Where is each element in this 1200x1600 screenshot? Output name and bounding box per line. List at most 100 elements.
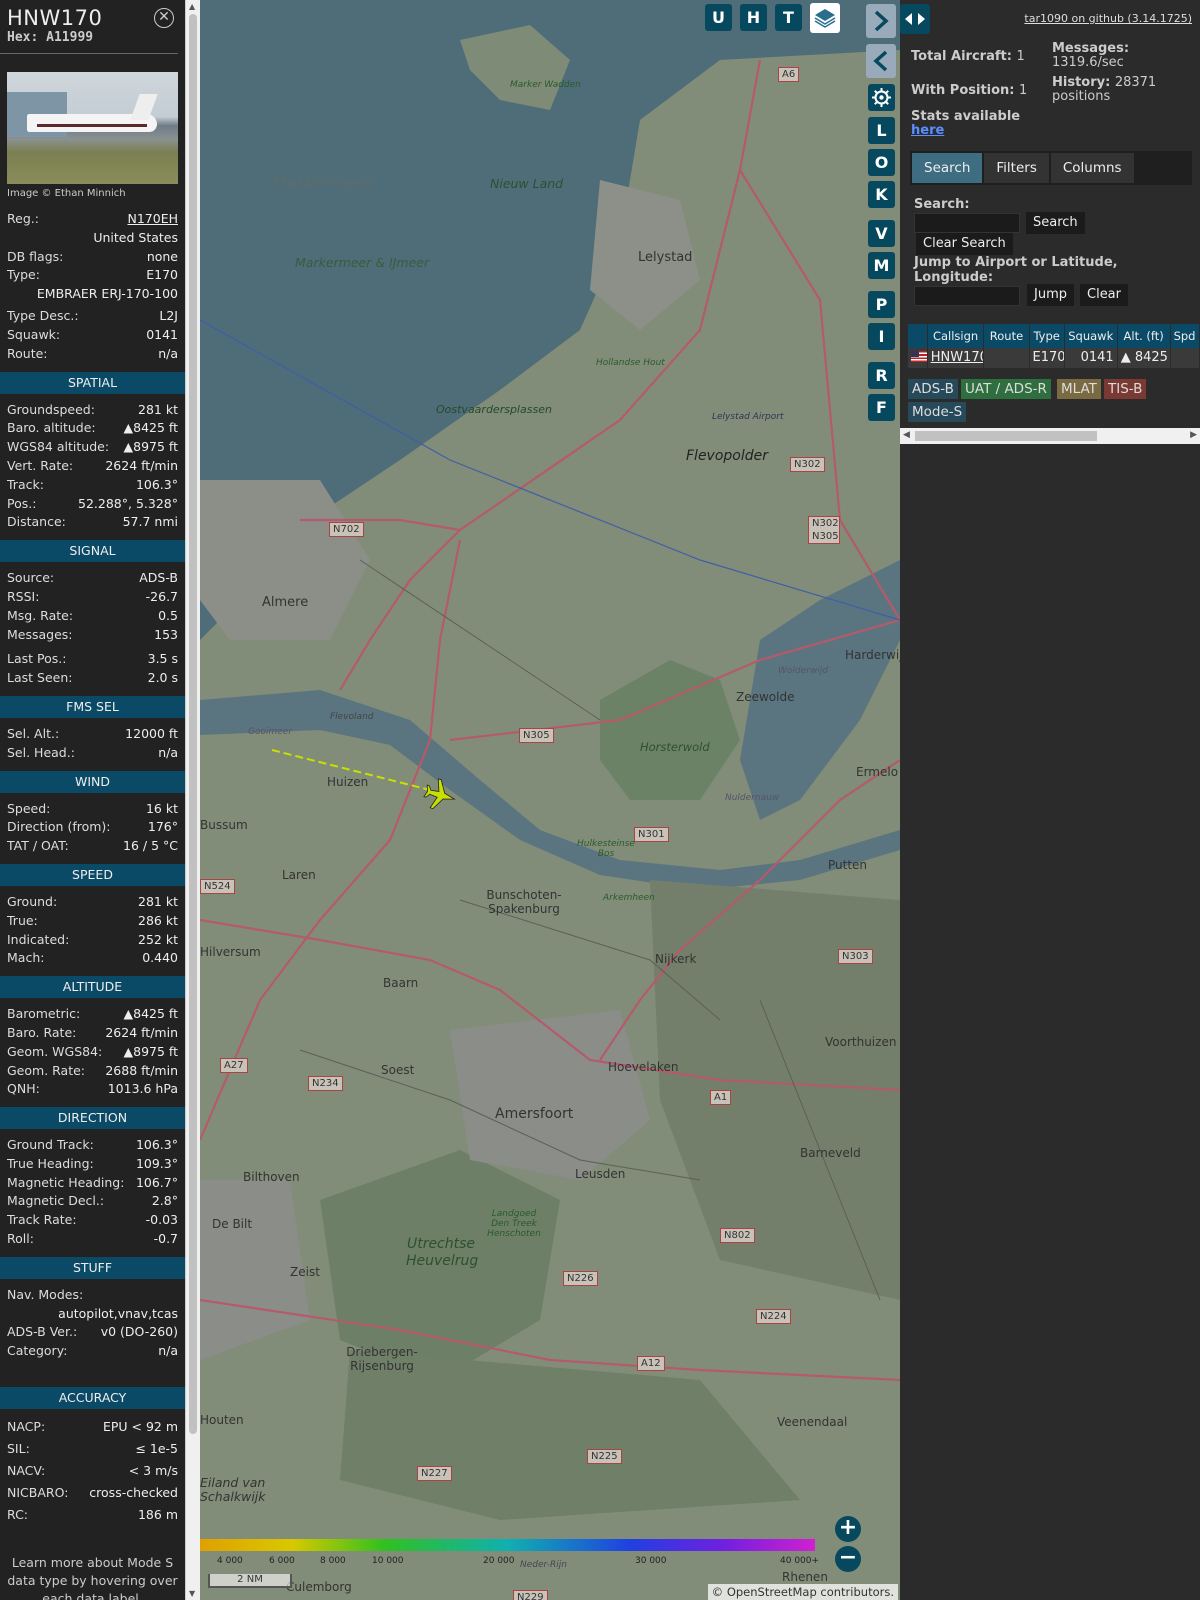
scroll-right-arrow-icon[interactable]: ▶ [1190, 430, 1197, 440]
map-button-p[interactable]: P [868, 291, 895, 318]
altitude-scale-label: 6 000 [269, 1556, 295, 1566]
photo-credit: Image © Ethan Minnich [7, 188, 126, 199]
tab-search[interactable]: Search [912, 153, 983, 183]
field-value: 1013.6 hPa [107, 1081, 178, 1097]
registration-link[interactable]: N170EH [127, 210, 178, 229]
info-row-country: United States [0, 229, 185, 248]
map-button-o[interactable]: O [868, 149, 895, 176]
map-label: Soest [381, 1063, 415, 1077]
table-header[interactable]: Spd [1171, 324, 1200, 348]
spatial-row: Vert. Rate: 2624 ft/min [0, 457, 185, 476]
scroll-up-arrow-icon[interactable]: ▲ [189, 2, 195, 11]
tab-columns[interactable]: Columns [1050, 153, 1134, 183]
field-label: Baro. altitude: [7, 420, 96, 436]
layers-button[interactable] [810, 3, 840, 33]
section-header-altitude: ALTITUDE [0, 976, 185, 999]
info-row-dbflags: DB flags: none [0, 248, 185, 267]
type-name-value: EMBRAER ERJ-170-100 [36, 286, 178, 302]
map-view[interactable]: Markermeer Markermeer & IJmeer Nieuw Lan… [200, 0, 900, 1600]
aircraft-photo[interactable] [7, 72, 178, 184]
map-button-h[interactable]: H [740, 4, 767, 31]
scroll-left-arrow-icon[interactable]: ◀ [903, 430, 910, 440]
field-label: NACP: [7, 1419, 46, 1435]
table-header[interactable]: Type [1030, 324, 1065, 348]
table-horizontal-scrollbar[interactable]: ◀ ▶ [900, 428, 1200, 444]
section-altitude: Barometric: ▲8425 ft Baro. Rate: 2624 ft/m… [0, 1005, 185, 1099]
map-button-i[interactable]: I [868, 323, 895, 350]
field-value: 57.7 nmi [122, 514, 178, 530]
jump-input[interactable] [914, 286, 1020, 306]
zoom-in-button[interactable]: + [835, 1516, 861, 1542]
aircraft-hex: Hex: A11999 [7, 30, 94, 45]
toggle-panel-button[interactable] [900, 4, 930, 34]
settings-button[interactable] [868, 84, 895, 111]
field-label: RSSI: [7, 588, 40, 604]
map-button-k[interactable]: K [868, 181, 895, 208]
field-label: NICBARO: [7, 1485, 69, 1501]
stuff-row-navmodes: Nav. Modes: [0, 1286, 185, 1305]
field-value: -0.7 [153, 1231, 178, 1247]
close-icon[interactable]: ✕ [154, 8, 174, 28]
tab-filters[interactable]: Filters [984, 153, 1049, 183]
horizontal-scrollbar-thumb[interactable] [915, 431, 1097, 441]
clear-jump-button[interactable]: Clear [1080, 284, 1128, 306]
altitude-row: QNH: 1013.6 hPa [0, 1080, 185, 1099]
map-label: Laren [282, 868, 316, 882]
search-label: Search: [914, 197, 970, 212]
info-label: Squawk: [7, 326, 61, 342]
field-value: 2624 ft/min [105, 457, 178, 473]
map-button-t[interactable]: T [775, 4, 802, 31]
zoom-out-button[interactable]: − [835, 1546, 861, 1572]
legend-tisb: TIS-B [1104, 379, 1147, 399]
table-cell-type: E170 [1030, 348, 1065, 368]
chevron-right-icon [874, 10, 889, 32]
table-header-row: Callsign Route Type Squawk Alt. (ft) Spd [908, 324, 1200, 348]
collapse-panel-button[interactable] [866, 44, 896, 78]
stat-label: Stats available [911, 109, 1021, 124]
table-header[interactable]: Alt. (ft) [1118, 324, 1171, 348]
road-shield: N225 [587, 1449, 622, 1464]
sidebar-scrollbar[interactable]: ▲ ▼ [185, 0, 200, 1600]
info-row-type: Type: E170 [0, 266, 185, 285]
altitude-scale-label: 20 000 [483, 1556, 515, 1566]
stat-label: With Position: [911, 83, 1015, 98]
section-header-speed: SPEED [0, 863, 185, 886]
altitude-scale-label: 40 000+ [780, 1556, 820, 1566]
stats-here-link[interactable]: here [911, 123, 944, 138]
map-canvas [200, 0, 900, 1551]
field-label: Source: [7, 570, 55, 586]
map-label: Flevoland [330, 712, 374, 722]
field-value: 281 kt [138, 401, 178, 417]
map-button-v[interactable]: V [868, 220, 895, 247]
table-row[interactable]: HNW170 E170 0141 ▲ 8425 [908, 348, 1200, 368]
map-button-m[interactable]: M [868, 252, 895, 279]
map-button-r[interactable]: R [868, 362, 895, 389]
expand-sidebar-button[interactable] [866, 4, 896, 38]
road-shield: N229 [513, 1590, 548, 1600]
table-cell-callsign[interactable]: HNW170 [928, 348, 985, 368]
github-link[interactable]: tar1090 on github (3.14.1725) [1024, 12, 1192, 25]
table-header[interactable]: Squawk [1065, 324, 1118, 348]
search-button[interactable]: Search [1026, 212, 1085, 234]
map-label: Eiland van Schalkwijk [200, 1475, 266, 1504]
road-shield: N524 [200, 879, 235, 894]
map-button-u[interactable]: U [705, 4, 732, 31]
map-button-f[interactable]: F [868, 394, 895, 421]
clear-search-button[interactable]: Clear Search [916, 233, 1013, 255]
info-value: L2J [159, 308, 178, 324]
map-button-l[interactable]: L [868, 117, 895, 144]
table-header[interactable]: Route [984, 324, 1030, 348]
search-input[interactable] [914, 213, 1020, 233]
jump-button[interactable]: Jump [1027, 284, 1074, 306]
spatial-row: Baro. altitude: ▲8425 ft [0, 419, 185, 438]
attribution-link[interactable]: OpenStreetMap [727, 1585, 817, 1599]
map-label: Zeewolde [736, 690, 795, 704]
sidebar-scrollbar-thumb[interactable] [189, 14, 197, 1434]
scroll-down-arrow-icon[interactable]: ▼ [189, 1589, 195, 1598]
panel-tabs: Search Filters Columns [910, 151, 1192, 185]
table-header[interactable]: Callsign [928, 324, 985, 348]
scale-bar: 2 NM [208, 1574, 292, 1588]
map-label: Driebergen-Rijsenburg [346, 1345, 418, 1373]
road-shield: N305 [519, 728, 554, 743]
info-row-typedesc: Type Desc.: L2J [0, 307, 185, 326]
